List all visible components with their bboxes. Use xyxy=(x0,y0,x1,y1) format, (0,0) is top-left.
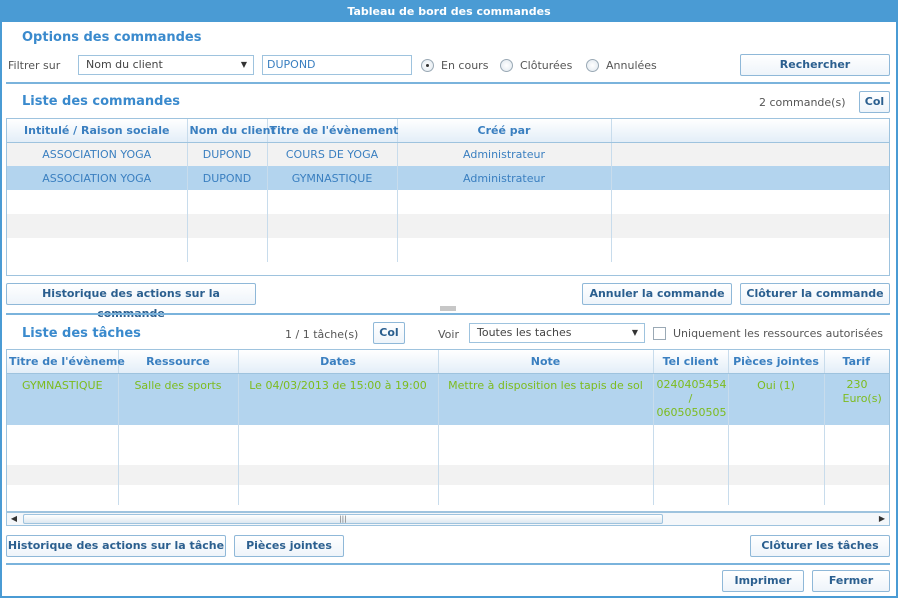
view-select[interactable]: Toutes les taches ▼ xyxy=(469,323,645,343)
col-header-pieces-jointes[interactable]: Pièces jointes xyxy=(728,350,825,374)
orders-table: Intitulé / Raison sociale Nom du client … xyxy=(6,118,890,276)
tasks-table: Titre de l'évèneme Ressource Dates Note … xyxy=(6,349,890,512)
table-row[interactable]: ASSOCIATION YOGA DUPOND COURS DE YOGA Ad… xyxy=(7,142,889,166)
col-header-note[interactable]: Note xyxy=(438,350,654,374)
cell: GYMNASTIQUE xyxy=(267,166,398,190)
orders-header-row: Intitulé / Raison sociale Nom du client … xyxy=(7,119,889,143)
col-header-titre-evenement[interactable]: Titre de l'évènement xyxy=(267,119,398,143)
cell: DUPOND xyxy=(187,166,268,190)
table-row[interactable]: ASSOCIATION YOGA DUPOND GYMNASTIQUE Admi… xyxy=(7,166,889,190)
dashboard-window: Tableau de bord des commandes Options de… xyxy=(0,0,898,598)
radio-en-cours[interactable] xyxy=(421,59,434,72)
col-header-cree-par[interactable]: Créé par xyxy=(397,119,612,143)
divider xyxy=(6,82,890,84)
authorized-only-label: Uniquement les ressources autorisées xyxy=(673,327,883,340)
cell xyxy=(611,166,889,190)
scroll-right-icon[interactable]: ▶ xyxy=(875,513,889,525)
cell: Oui (1) xyxy=(728,373,825,425)
scroll-thumb[interactable]: ||| xyxy=(23,514,663,524)
cell-tel: 0240405454 / 0605050505 xyxy=(653,373,729,425)
orders-col-button[interactable]: Col xyxy=(859,91,890,113)
col-header-tarif[interactable]: Tarif xyxy=(824,350,889,374)
tel-separator: / xyxy=(688,391,693,405)
filter-select-value: Nom du client xyxy=(86,58,163,71)
table-row-empty xyxy=(7,214,889,238)
table-row-empty xyxy=(7,485,889,505)
view-select-value: Toutes les taches xyxy=(477,326,572,339)
cell: COURS DE YOGA xyxy=(267,142,398,166)
cell: ASSOCIATION YOGA xyxy=(7,142,188,166)
table-row-empty xyxy=(7,445,889,465)
table-row[interactable]: GYMNASTIQUE Salle des sports Le 04/03/20… xyxy=(7,373,889,425)
search-button[interactable]: Rechercher xyxy=(740,54,890,76)
orders-title: Liste des commandes xyxy=(22,94,181,109)
cancel-order-button[interactable]: Annuler la commande xyxy=(582,283,732,305)
radio-cloturees-label: Clôturées xyxy=(520,59,573,72)
tasks-header-row: Titre de l'évèneme Ressource Dates Note … xyxy=(7,350,889,374)
table-row-empty xyxy=(7,238,889,262)
tel-client-2: 0605050505 xyxy=(656,405,727,419)
col-header-tel-client[interactable]: Tel client xyxy=(653,350,729,374)
radio-cloturees[interactable] xyxy=(500,59,513,72)
tarif-amount: 230 xyxy=(846,377,868,391)
scroll-left-icon[interactable]: ◀ xyxy=(7,513,21,525)
table-row-empty xyxy=(7,425,889,445)
tel-client-1: 0240405454 xyxy=(656,377,727,391)
print-button[interactable]: Imprimer xyxy=(722,570,804,592)
horizontal-scrollbar[interactable]: ◀ ||| ▶ xyxy=(6,512,890,526)
close-button[interactable]: Fermer xyxy=(812,570,890,592)
splitter-handle[interactable] xyxy=(440,306,456,311)
radio-en-cours-label: En cours xyxy=(441,59,489,72)
chevron-down-icon: ▼ xyxy=(631,328,638,337)
view-label: Voir xyxy=(438,328,459,341)
table-row-empty xyxy=(7,190,889,214)
col-header-titre[interactable]: Titre de l'évèneme xyxy=(7,350,125,374)
cell: Salle des sports xyxy=(118,373,239,425)
divider xyxy=(6,313,890,315)
authorized-only-checkbox[interactable] xyxy=(653,327,666,340)
cell: Administrateur xyxy=(397,142,612,166)
cell-tarif: 230 Euro(s) xyxy=(824,373,889,425)
col-header-empty xyxy=(611,119,889,143)
cell: ASSOCIATION YOGA xyxy=(7,166,188,190)
cell: Administrateur xyxy=(397,166,612,190)
filter-select[interactable]: Nom du client ▼ xyxy=(78,55,254,75)
filter-label: Filtrer sur xyxy=(8,59,61,72)
chevron-down-icon: ▼ xyxy=(240,60,247,69)
close-tasks-button[interactable]: Clôturer les tâches xyxy=(750,535,890,557)
tasks-count: 1 / 1 tâche(s) xyxy=(285,328,359,341)
attachments-button[interactable]: Pièces jointes xyxy=(234,535,344,557)
col-header-nom-client[interactable]: Nom du client xyxy=(187,119,276,143)
window-title: Tableau de bord des commandes xyxy=(2,2,896,22)
tarif-currency: Euro(s) xyxy=(842,391,882,405)
col-header-ressource[interactable]: Ressource xyxy=(118,350,239,374)
tasks-title: Liste des tâches xyxy=(22,326,141,341)
col-header-dates[interactable]: Dates xyxy=(238,350,439,374)
radio-annulees[interactable] xyxy=(586,59,599,72)
task-history-button[interactable]: Historique des actions sur la tâche xyxy=(6,535,226,557)
cell xyxy=(611,142,889,166)
options-title: Options des commandes xyxy=(22,30,202,45)
cell: Mettre à disposition les tapis de sol xyxy=(438,373,654,425)
table-row-empty xyxy=(7,465,889,485)
divider xyxy=(6,563,890,565)
col-header-intitule[interactable]: Intitulé / Raison sociale xyxy=(7,119,188,143)
cell: DUPOND xyxy=(187,142,268,166)
orders-count: 2 commande(s) xyxy=(759,96,846,109)
cell: Le 04/03/2013 de 15:00 à 19:00 xyxy=(238,373,439,425)
order-history-button[interactable]: Historique des actions sur la commande xyxy=(6,283,256,320)
tasks-col-button[interactable]: Col xyxy=(373,322,405,344)
filter-input[interactable]: DUPOND xyxy=(262,55,412,75)
cell: GYMNASTIQUE xyxy=(7,373,119,425)
close-order-button[interactable]: Clôturer la commande xyxy=(740,283,890,305)
radio-annulees-label: Annulées xyxy=(606,59,657,72)
